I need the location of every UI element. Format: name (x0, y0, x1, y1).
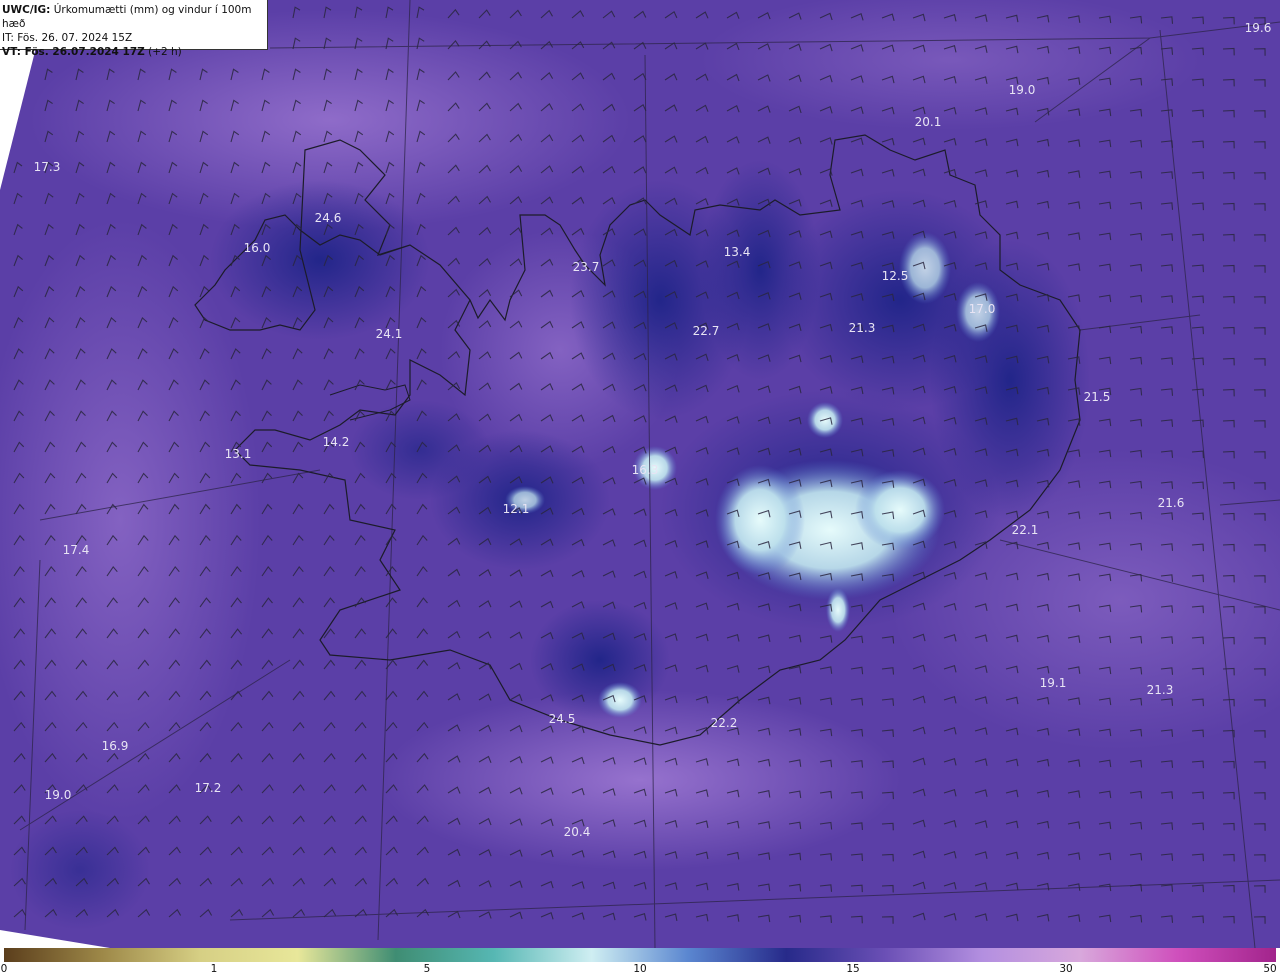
value-label: 17.4 (62, 543, 90, 557)
colorbar-tick: 1 (210, 963, 218, 975)
value-label: 23.7 (572, 260, 600, 274)
init-time: Fös. 26. 07. 2024 15Z (17, 32, 133, 44)
valid-offset: (+2 h) (148, 46, 182, 58)
value-label: 16.3 (631, 463, 659, 477)
value-label: 16.9 (101, 739, 129, 753)
model-label: UWC/IG: (2, 4, 51, 16)
value-label: 12.5 (881, 269, 909, 283)
colorbar-tick: 10 (633, 963, 647, 975)
colorbar-tick: 0 (0, 963, 8, 975)
value-label: 13.1 (224, 447, 252, 461)
value-label: 21.5 (1083, 390, 1111, 404)
colorbar-tick: 15 (846, 963, 860, 975)
map-header: UWC/IG: Úrkomumætti (mm) og vindur í 100… (0, 0, 268, 58)
value-label: 20.1 (914, 115, 942, 129)
colorbar-tick: 5 (423, 963, 431, 975)
value-label: 19.0 (44, 788, 72, 802)
value-label: 19.6 (1244, 21, 1272, 35)
value-label: 21.3 (848, 321, 876, 335)
value-label: 12.1 (502, 502, 530, 516)
value-label: 22.1 (1011, 523, 1039, 537)
colorbar-tick: 30 (1059, 963, 1073, 975)
init-prefix: IT: (2, 32, 14, 44)
value-label: 14.2 (322, 435, 350, 449)
value-label: 22.7 (692, 324, 720, 338)
value-label: 24.1 (375, 327, 403, 341)
value-label: 19.0 (1008, 83, 1036, 97)
value-label: 19.1 (1039, 676, 1067, 690)
value-label: 21.6 (1157, 496, 1185, 510)
value-label: 24.6 (314, 211, 342, 225)
valid-time: Fös. 26.07.2024 17Z (24, 46, 145, 58)
value-label: 17.0 (968, 302, 996, 316)
value-label: 24.5 (548, 712, 576, 726)
value-label: 17.3 (33, 160, 61, 174)
value-label: 16.0 (243, 241, 271, 255)
value-label: 21.3 (1146, 683, 1174, 697)
value-label: 17.2 (194, 781, 222, 795)
valid-prefix: VT: (2, 46, 21, 58)
value-label: 13.4 (723, 245, 751, 259)
value-label: 20.4 (563, 825, 591, 839)
value-label: 22.2 (710, 716, 738, 730)
colorbar (4, 948, 1276, 962)
colorbar-tick: 50 (1263, 963, 1277, 975)
